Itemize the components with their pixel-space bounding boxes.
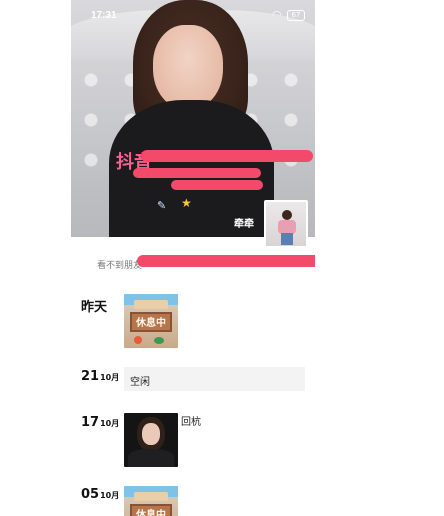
portrait-body (128, 449, 174, 467)
date-label: 2110月 (81, 369, 119, 384)
profile-nickname: 牵牵 (234, 219, 254, 230)
date-day: 05 (81, 487, 100, 502)
date-day: 17 (81, 415, 100, 430)
sign-board: 休息中 (130, 312, 172, 332)
date-month: 10月 (100, 491, 120, 500)
avatar-head (282, 210, 292, 220)
profile-avatar[interactable] (264, 200, 308, 248)
date-label: 昨天 (81, 296, 107, 315)
date-day: 昨天 (81, 300, 108, 315)
portrait-face (142, 423, 160, 445)
date-day: 21 (81, 369, 100, 384)
text-post[interactable]: 空闲 (124, 367, 305, 391)
post-thumbnail[interactable]: 休息中 (124, 294, 178, 348)
fruit-decoration (134, 336, 142, 344)
post-caption: 回杭 (181, 417, 201, 428)
star-sticker-icon: ★ (181, 196, 192, 210)
sign-board: 休息中 (130, 504, 172, 516)
visibility-notice: 看不到朋友 (97, 261, 143, 271)
wifi-icon: ◠ (272, 8, 282, 21)
sign-banner (134, 492, 168, 501)
date-label: 1710月 (81, 415, 119, 430)
post-text: 空闲 (130, 377, 150, 388)
moments-page: 17:31 ◠ 67 抖音 ✎ ★ 牵牵 看不到朋友 昨天 休息中 2110月 … (71, 0, 315, 516)
fruit-decoration (154, 337, 164, 344)
date-label: 0510月 (81, 487, 119, 502)
date-month: 10月 (100, 373, 120, 382)
person-face (153, 25, 223, 110)
avatar-shirt (278, 220, 296, 234)
redaction-mark (133, 168, 261, 178)
date-month: 10月 (100, 419, 120, 428)
redaction-mark (137, 255, 315, 267)
status-bar: 17:31 ◠ 67 (71, 0, 315, 30)
sign-banner (134, 300, 168, 309)
fish-sticker-icon: ✎ (157, 199, 167, 212)
redaction-mark (141, 150, 313, 162)
post-thumbnail[interactable]: 休息中 (124, 486, 178, 516)
redaction-mark (171, 180, 263, 190)
battery-icon: 67 (287, 10, 305, 21)
status-time: 17:31 (91, 10, 117, 21)
post-thumbnail[interactable] (124, 413, 178, 467)
avatar-legs (281, 233, 293, 245)
